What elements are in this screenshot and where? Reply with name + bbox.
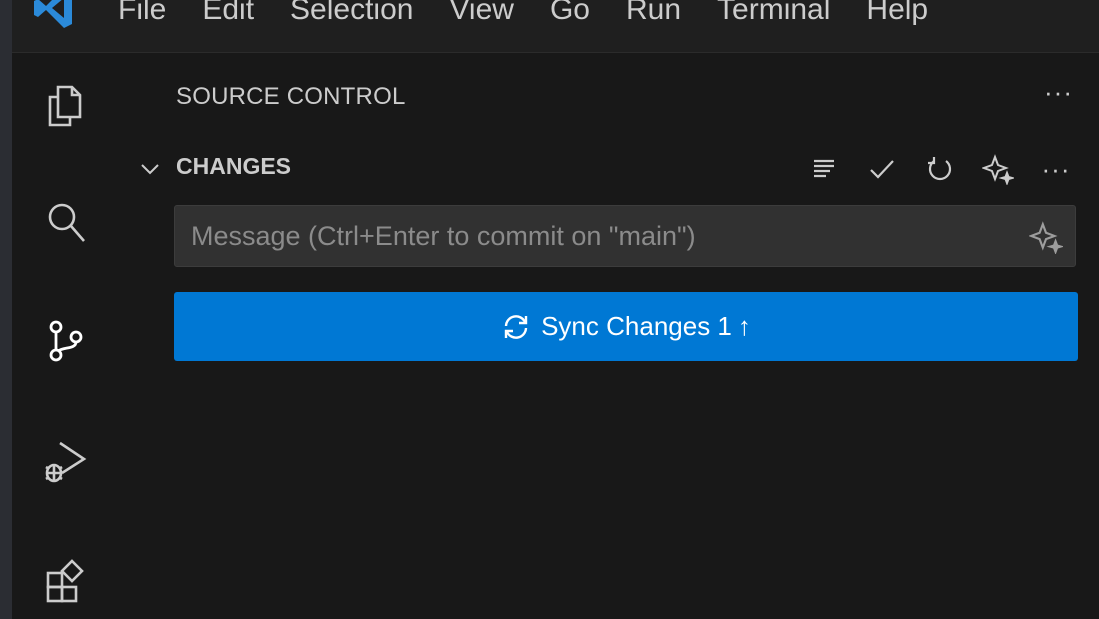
search-icon[interactable] [36, 193, 96, 253]
menu-bar: File Edit Selection View Go Run Terminal… [12, 0, 1099, 53]
extensions-icon[interactable] [36, 549, 96, 609]
commit-check-icon[interactable] [860, 149, 904, 189]
activity-bar [12, 53, 124, 619]
sync-changes-label: Sync Changes 1 [541, 311, 732, 341]
chevron-down-icon[interactable] [138, 157, 162, 181]
vscode-logo-icon [34, 0, 72, 28]
explorer-icon[interactable] [36, 75, 96, 135]
panel-title: SOURCE CONTROL [176, 83, 406, 110]
menu-run[interactable]: Run [608, 0, 699, 32]
menu-terminal[interactable]: Terminal [699, 0, 848, 32]
menu-view[interactable]: View [431, 0, 531, 32]
commit-message-box [174, 205, 1076, 267]
panel-more-actions-icon[interactable]: ··· [1044, 77, 1073, 108]
sync-changes-button[interactable]: Sync Changes 1 ↑ [174, 292, 1078, 361]
menu-selection[interactable]: Selection [272, 0, 431, 32]
more-actions-label: ··· [1041, 153, 1071, 184]
menu-edit[interactable]: Edit [184, 0, 272, 32]
window-frame-left [0, 0, 12, 619]
commit-message-input[interactable] [175, 206, 1005, 266]
run-debug-icon[interactable] [36, 429, 96, 489]
arrow-up-icon: ↑ [737, 311, 751, 341]
source-control-panel: SOURCE CONTROL ··· CHANGES ··· Message (… [124, 53, 1099, 619]
sync-icon [504, 314, 528, 339]
menu-help[interactable]: Help [848, 0, 946, 32]
sparkle-icon[interactable] [976, 149, 1020, 189]
menu-file[interactable]: File [114, 0, 184, 32]
source-control-icon[interactable] [36, 311, 96, 371]
more-actions-icon[interactable]: ··· [1034, 149, 1078, 189]
changes-section-label: CHANGES [176, 153, 292, 179]
refresh-icon[interactable] [918, 149, 962, 189]
vscode-window: File Edit Selection View Go Run Terminal… [0, 0, 1099, 619]
view-as-tree-icon[interactable] [802, 149, 846, 189]
menu-go[interactable]: Go [532, 0, 608, 32]
changes-section-header[interactable]: CHANGES ··· [138, 149, 1078, 189]
generate-commit-message-icon[interactable] [1029, 220, 1063, 254]
